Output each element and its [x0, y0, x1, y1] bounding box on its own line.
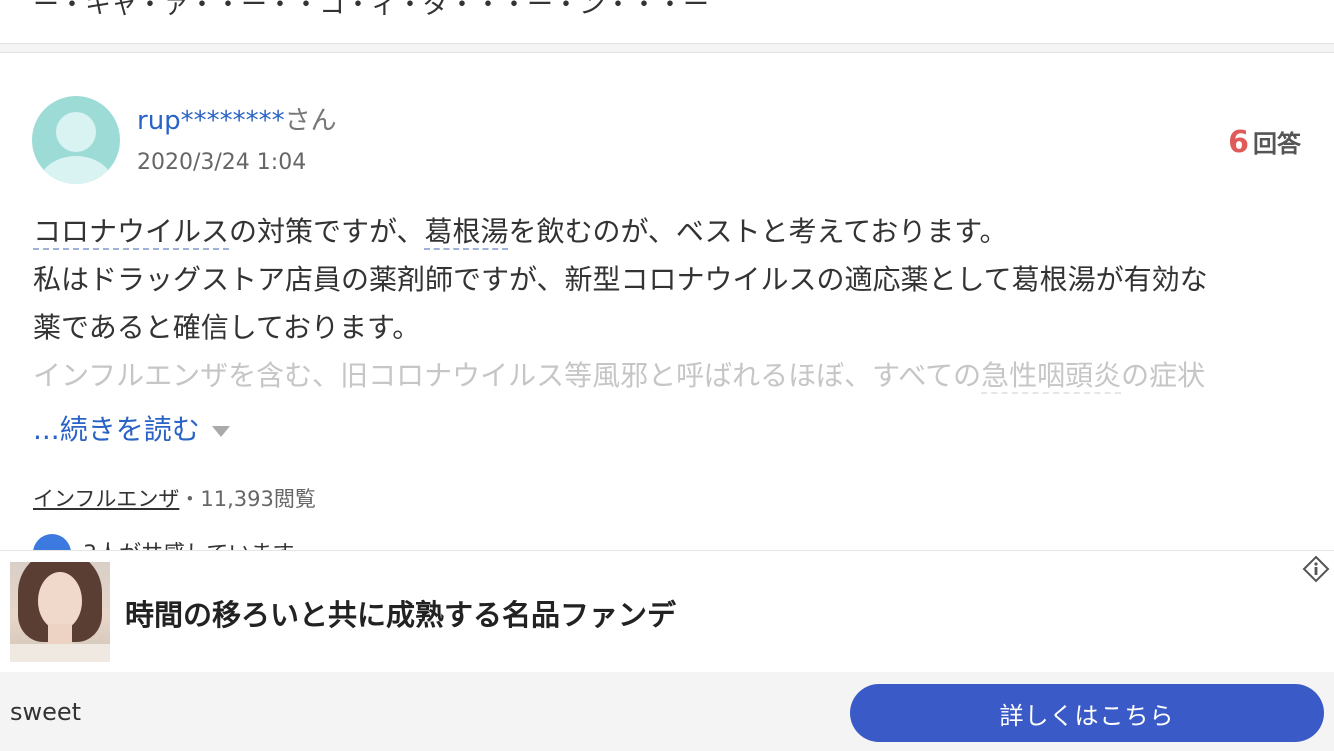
- previous-content-text: ー・キャ・ァ・・ー・・コ・ィ・ダ・・・ー・ン・・・ー: [33, 0, 710, 20]
- question-text-segment: の症状: [1121, 359, 1206, 392]
- section-divider: [0, 43, 1334, 53]
- ad-details-button[interactable]: 詳しくはこちら: [850, 684, 1324, 742]
- photo-shirt-shape: [10, 644, 110, 662]
- photo-face-shape: [38, 572, 82, 630]
- answer-count-number: 6: [1228, 125, 1249, 160]
- keyword-link-pharyngitis[interactable]: 急性咽頭炎: [981, 359, 1122, 394]
- answer-count-label: 回答: [1253, 130, 1301, 158]
- keyword-link-corona[interactable]: コロナウイルス: [33, 215, 230, 250]
- avatar-head-shape: [56, 112, 96, 152]
- keyword-link-kakkonto[interactable]: 葛根湯: [424, 215, 509, 250]
- ad-footer: sweet 詳しくはこちら: [0, 672, 1334, 751]
- question-text-segment: の対策ですが、: [229, 215, 425, 248]
- ad-title[interactable]: 時間の移ろいと共に成熟する名品ファンデ: [125, 592, 676, 634]
- ad-sponsor-name: sweet: [10, 698, 82, 726]
- avatar-body-shape: [38, 156, 114, 184]
- question-text-segment: を飲むのが、ベストと考えております。: [508, 215, 1008, 248]
- question-body: コロナウイルスの対策ですが、葛根湯を飲むのが、ベストと考えております。 私はドラ…: [33, 208, 1303, 400]
- ad-model-photo[interactable]: [10, 562, 110, 662]
- user-name: rup********さん: [137, 100, 337, 137]
- user-honorific: さん: [284, 106, 337, 136]
- read-more-label: ...続きを読む: [33, 413, 200, 446]
- question-line-3: 薬であると確信しております。: [33, 311, 421, 344]
- user-avatar[interactable]: [32, 96, 120, 184]
- caret-down-icon: [211, 425, 230, 437]
- question-text-segment: インフルエンザを含む、旧コロナウイルス等風邪と呼ばれるほぼ、すべての: [33, 359, 982, 392]
- view-count: ・11,393閲覧: [179, 487, 316, 511]
- question-line-2: 私はドラッグストア店員の薬剤師ですが、新型コロナウイルスの適応薬として葛根湯が有…: [33, 263, 1208, 296]
- question-line-4-faded: インフルエンザを含む、旧コロナウイルス等風邪と呼ばれるほぼ、すべての急性咽頭炎の…: [33, 352, 1303, 400]
- read-more-link[interactable]: ...続きを読む: [33, 408, 230, 448]
- question-line-1: コロナウイルスの対策ですが、葛根湯を飲むのが、ベストと考えております。: [33, 208, 1303, 256]
- category-link[interactable]: インフルエンザ: [33, 487, 179, 511]
- info-icon[interactable]: [1302, 555, 1330, 583]
- question-meta: インフルエンザ・11,393閲覧: [33, 483, 316, 513]
- post-date: 2020/3/24 1:04: [137, 150, 307, 175]
- previous-content-fragment: ー・キャ・ァ・・ー・・コ・ィ・ダ・・・ー・ン・・・ー: [0, 0, 1334, 44]
- ad-banner[interactable]: 時間の移ろいと共に成熟する名品ファンデ sweet 詳しくはこちら: [0, 550, 1334, 751]
- answer-count[interactable]: 6 回答: [1228, 124, 1301, 160]
- user-id-link[interactable]: rup********: [137, 106, 285, 136]
